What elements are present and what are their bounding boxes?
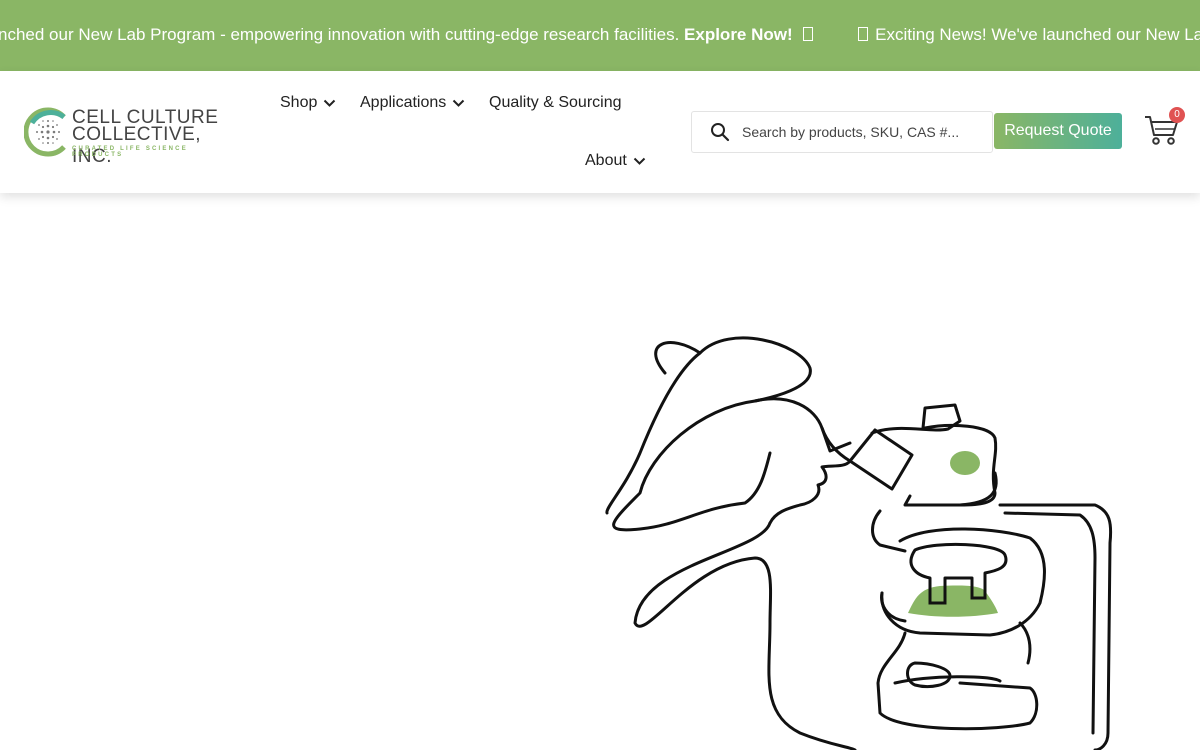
chevron-down-icon xyxy=(453,99,465,107)
announcement-item: Exciting News! We've launched our New La… xyxy=(858,24,1200,46)
chevron-down-icon xyxy=(324,99,336,107)
nav-about-label: About xyxy=(585,152,627,169)
nav-about[interactable]: About xyxy=(585,152,646,170)
search-box xyxy=(691,111,993,153)
nav-quality-label: Quality & Sourcing xyxy=(489,94,622,111)
announcement-marquee: nched our New Lab Program - empowering i… xyxy=(0,24,1200,46)
sparkle-icon xyxy=(803,27,814,41)
nav-shop[interactable]: Shop xyxy=(280,94,336,112)
search-icon[interactable] xyxy=(710,122,730,142)
announcement-item: nched our New Lab Program - empowering i… xyxy=(0,24,814,46)
chevron-down-icon xyxy=(633,157,646,165)
announcement-text: Exciting News! We've launched our New La… xyxy=(875,25,1200,44)
announcement-text: nched our New Lab Program - empowering i… xyxy=(0,25,680,44)
hero-section xyxy=(0,193,1200,750)
sparkle-icon xyxy=(858,27,869,41)
nav-quality-sourcing[interactable]: Quality & Sourcing xyxy=(489,94,622,112)
explore-now-link[interactable]: Explore Now! xyxy=(684,25,793,44)
logo-mark-icon xyxy=(23,107,66,157)
nav-shop-label: Shop xyxy=(280,94,318,111)
announcement-bar: nched our New Lab Program - empowering i… xyxy=(0,0,1200,71)
brand-logo[interactable]: CELL CULTURE COLLECTIVE, INC. CURATED LI… xyxy=(23,105,236,167)
logo-tagline: CURATED LIFE SCIENCE PRODUCTS xyxy=(72,146,188,158)
scientist-microscope-illustration xyxy=(605,336,1113,750)
nav-applications-label: Applications xyxy=(360,94,447,111)
site-header: CELL CULTURE COLLECTIVE, INC. CURATED LI… xyxy=(0,71,1200,193)
search-input[interactable] xyxy=(742,121,982,143)
request-quote-button[interactable]: Request Quote xyxy=(994,113,1122,149)
cart-count-badge: 0 xyxy=(1169,107,1185,123)
nav-applications[interactable]: Applications xyxy=(360,94,465,112)
